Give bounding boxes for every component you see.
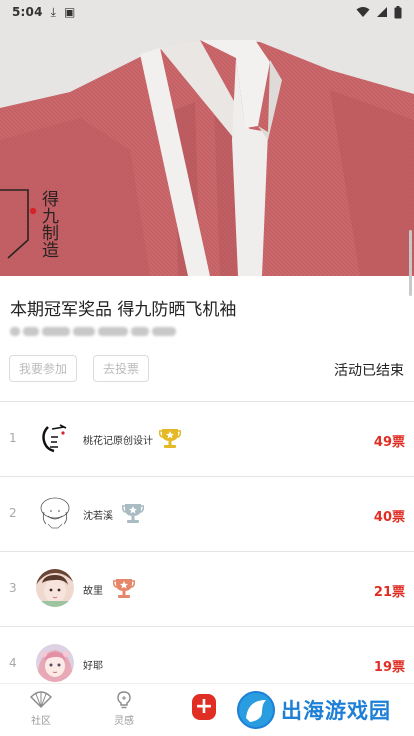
hero-seal-text: 得九制造 [38, 190, 58, 258]
blurred-subtitle [10, 324, 190, 338]
user-name: 好耶 [83, 661, 103, 672]
lightbulb-icon [117, 691, 131, 709]
join-button[interactable]: 我要参加 [9, 355, 78, 382]
user-name: 桃花记原创设计 [83, 436, 153, 447]
add-button[interactable]: + [192, 694, 216, 720]
battery-icon [394, 5, 402, 18]
ranking-row-3[interactable]: 3 故里 21票 [0, 552, 414, 626]
watermark-logo-icon [237, 691, 275, 729]
wifi-icon [356, 7, 370, 17]
nav-label: 社区 [31, 716, 51, 727]
watermark: 出海游戏园 [236, 688, 391, 732]
rank-number: 3 [9, 581, 17, 595]
rank-number: 2 [9, 506, 17, 520]
hero-product-image[interactable]: 得九制造 [0, 0, 414, 276]
avatar[interactable] [36, 644, 74, 682]
nav-label: 灵感 [114, 716, 134, 727]
fan-icon [30, 691, 52, 708]
rank-number: 1 [9, 431, 17, 445]
ranking-row-1[interactable]: 1 桃花记原创设计 49票 [0, 402, 414, 476]
status-time: 5:04 [12, 5, 43, 19]
app-notification-icon: ▣ [63, 5, 76, 19]
vote-count: 21票 [373, 585, 405, 600]
action-buttons: 我要参加 去投票 [9, 355, 150, 382]
cellular-signal-icon [377, 7, 387, 17]
bronze-trophy-icon [113, 579, 135, 598]
hero-illustration [0, 0, 414, 276]
avatar[interactable] [36, 494, 74, 532]
ranking-row-2[interactable]: 2 沈若溪 40票 [0, 477, 414, 551]
vote-count: 49票 [373, 435, 405, 450]
avatar[interactable] [36, 419, 74, 457]
scrollbar[interactable] [409, 230, 412, 296]
vote-count: 40票 [373, 510, 405, 525]
page-title: 本期冠军奖品 得九防晒飞机袖 [10, 300, 237, 320]
avatar[interactable] [36, 569, 74, 607]
download-icon: ⤓ [50, 4, 56, 19]
rank-number: 4 [9, 656, 17, 670]
user-name: 沈若溪 [83, 511, 113, 522]
vote-count: 19票 [373, 660, 405, 675]
silver-trophy-icon [122, 504, 144, 523]
screen: 得九制造 5:04 ⤓ ▣ 本期冠军奖品 得九防晒飞机袖 我要参加 去投票 活动… [0, 0, 414, 736]
nav-item-inspiration[interactable]: 灵感 [104, 690, 144, 727]
activity-status: 活动已结束 [334, 363, 404, 379]
nav-item-community[interactable]: 社区 [21, 690, 61, 727]
gold-trophy-icon [159, 429, 181, 448]
watermark-text: 出海游戏园 [281, 699, 391, 723]
vote-button[interactable]: 去投票 [93, 355, 150, 382]
user-name: 故里 [83, 586, 103, 597]
status-bar: 5:04 ⤓ ▣ [0, 0, 414, 24]
